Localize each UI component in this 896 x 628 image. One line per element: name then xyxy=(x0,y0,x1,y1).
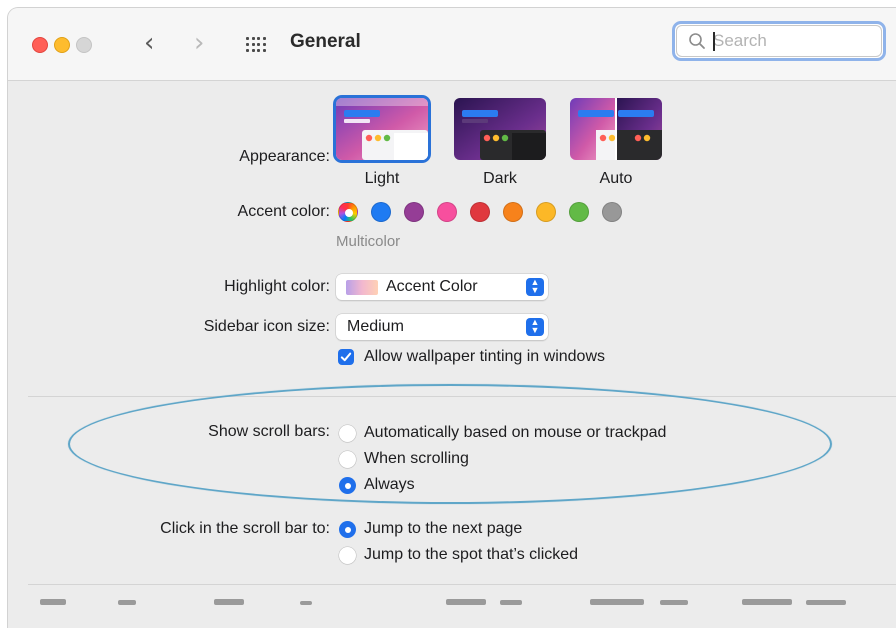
zoom-window-button[interactable] xyxy=(76,37,92,53)
accent-swatch-blue[interactable] xyxy=(371,202,391,222)
click-jump-next-page-radio[interactable] xyxy=(339,521,356,538)
wallpaper-tinting-checkbox[interactable] xyxy=(338,349,354,365)
minimize-window-button[interactable] xyxy=(54,37,70,53)
highlight-color-label: Highlight color: xyxy=(224,278,330,295)
show-all-grid-icon[interactable] xyxy=(246,37,266,53)
appearance-dark-caption: Dark xyxy=(483,170,517,187)
chevron-up-down-icon: ▲ ▼ xyxy=(526,318,544,336)
search-icon xyxy=(689,33,705,49)
highlight-color-value: Accent Color xyxy=(386,278,478,295)
accent-swatch-red[interactable] xyxy=(470,202,490,222)
accent-swatch-multicolor[interactable] xyxy=(338,202,358,222)
toolbar: ‹ › General xyxy=(8,8,896,81)
accent-color-label: Accent color: xyxy=(237,203,330,220)
search-field[interactable] xyxy=(672,21,886,61)
wallpaper-tinting-label: Allow wallpaper tinting in windows xyxy=(364,348,606,365)
sidebar-icon-size-value: Medium xyxy=(347,318,404,335)
accent-swatch-yellow[interactable] xyxy=(536,202,556,222)
click-jump-to-spot-label: Jump to the spot that’s clicked xyxy=(364,546,579,563)
appearance-auto-caption: Auto xyxy=(599,170,633,187)
search-input[interactable] xyxy=(713,30,863,52)
click-jump-next-page-label: Jump to the next page xyxy=(364,520,523,537)
accent-swatch-green[interactable] xyxy=(569,202,589,222)
light-preview-thumbnail xyxy=(336,98,428,160)
accent-swatch-graphite[interactable] xyxy=(602,202,622,222)
accent-selected-name: Multicolor xyxy=(336,233,401,250)
appearance-dark-option[interactable] xyxy=(454,98,546,160)
sidebar-icon-size-popup[interactable]: Medium ▲ ▼ xyxy=(336,314,548,340)
appearance-label: Appearance: xyxy=(239,148,330,165)
auto-preview-thumbnail xyxy=(570,98,662,160)
annotation-oval xyxy=(68,384,832,504)
cropped-content-strip xyxy=(40,599,846,605)
window-title: General xyxy=(290,31,361,52)
highlight-color-swatch xyxy=(346,280,378,295)
click-scroll-bar-label: Click in the scroll bar to: xyxy=(160,520,330,537)
forward-button[interactable]: › xyxy=(194,28,204,58)
click-jump-to-spot-radio[interactable] xyxy=(339,547,356,564)
appearance-light-option[interactable] xyxy=(336,98,428,160)
accent-swatch-pink[interactable] xyxy=(437,202,457,222)
text-caret xyxy=(713,32,715,51)
section-divider xyxy=(28,584,896,585)
sidebar-icon-size-label: Sidebar icon size: xyxy=(203,318,330,335)
chevron-up-down-icon: ▲ ▼ xyxy=(526,278,544,296)
checkmark-icon xyxy=(340,352,352,362)
accent-swatch-orange[interactable] xyxy=(503,202,523,222)
highlight-color-popup[interactable]: Accent Color ▲ ▼ xyxy=(336,274,548,300)
dark-preview-thumbnail xyxy=(454,98,546,160)
accent-swatch-purple[interactable] xyxy=(404,202,424,222)
close-window-button[interactable] xyxy=(32,37,48,53)
back-button[interactable]: ‹ xyxy=(144,28,154,58)
appearance-auto-option[interactable] xyxy=(570,98,662,160)
appearance-light-caption: Light xyxy=(364,170,400,187)
